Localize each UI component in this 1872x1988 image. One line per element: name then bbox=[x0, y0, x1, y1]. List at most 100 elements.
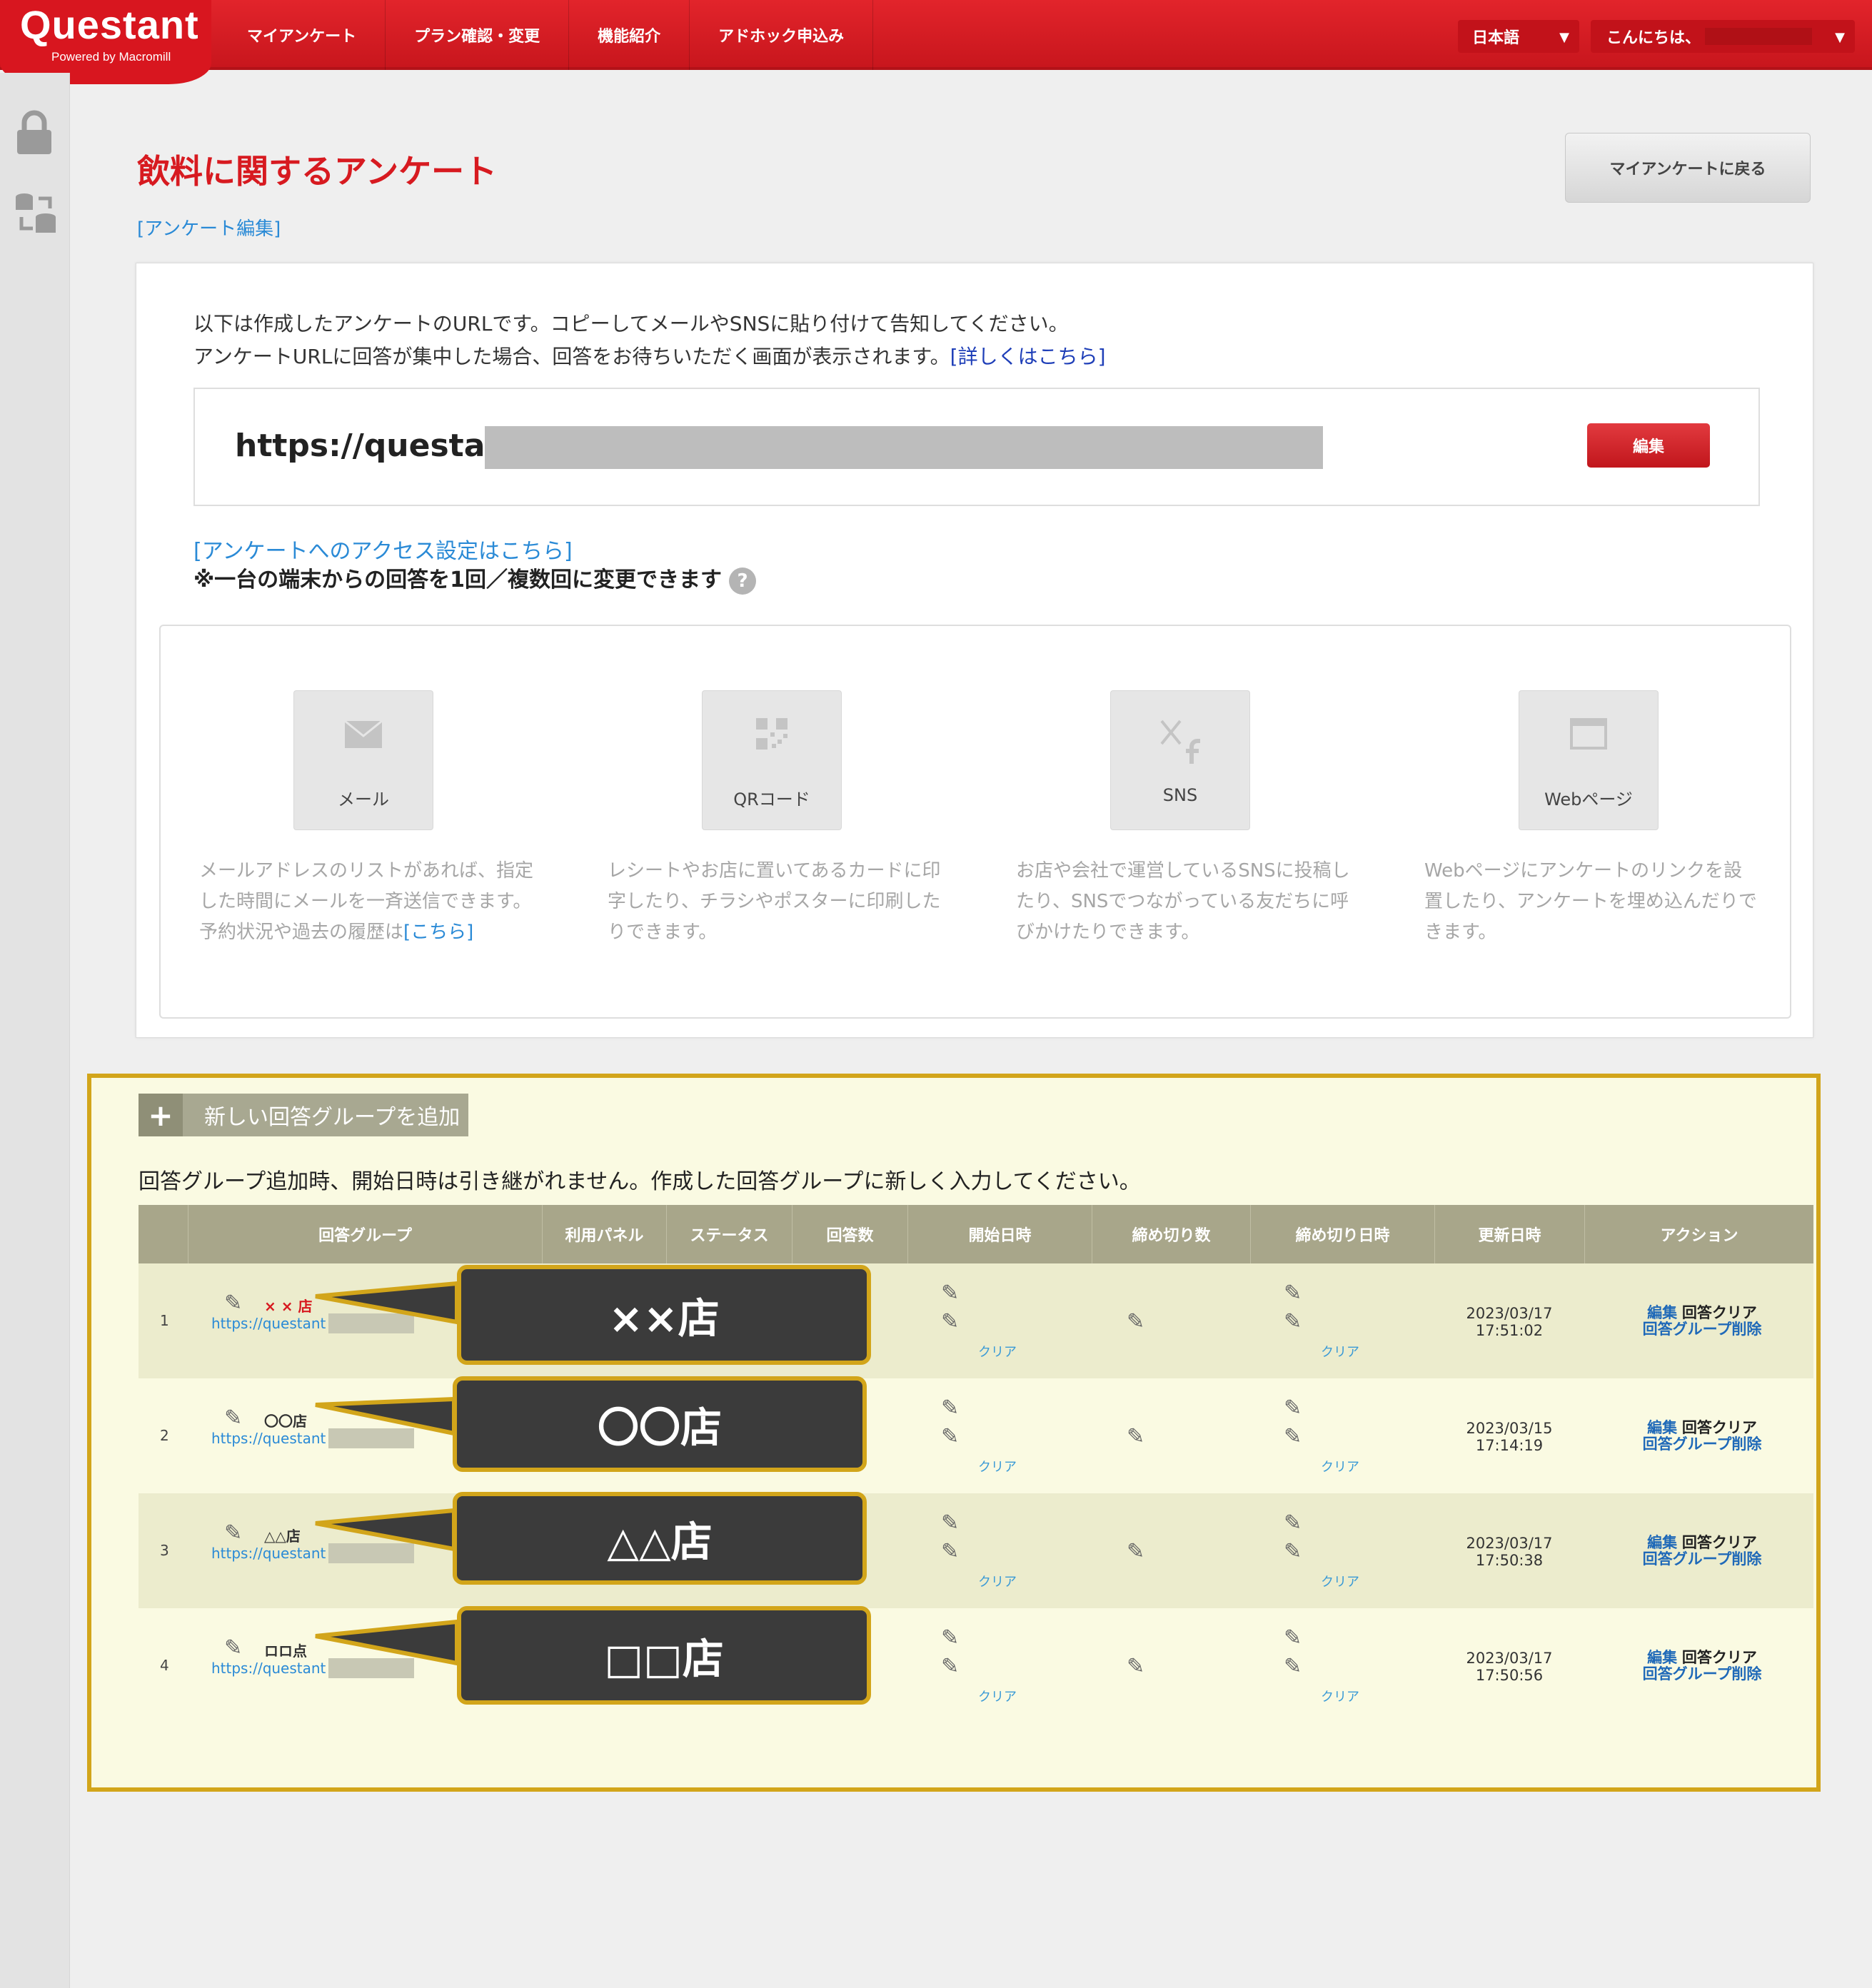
pencil-icon[interactable]: ✎ bbox=[1127, 1424, 1144, 1449]
share-mail-text: メールアドレスのリストがあれば、指定した時間にメールを一斉送信できます。 bbox=[199, 860, 534, 912]
lock-icon[interactable] bbox=[14, 110, 54, 158]
group-table-header: 回答グループ 利用パネル ステータス 回答数 開始日時 締め切り数 締め切り日時… bbox=[139, 1205, 1813, 1263]
user-menu[interactable]: こんにちは、 ▼ bbox=[1591, 20, 1855, 53]
clear-responses-link[interactable]: 回答クリア bbox=[1682, 1304, 1757, 1321]
group-url[interactable]: https://questant bbox=[211, 1430, 326, 1447]
qr-code-icon bbox=[703, 718, 841, 757]
url-description-line1: 以下は作成したアンケートのURLです。コピーしてメールやSNSに貼り付けて告知し… bbox=[193, 312, 1069, 335]
pencil-icon[interactable]: ✎ bbox=[1284, 1396, 1302, 1421]
help-icon[interactable]: ? bbox=[729, 567, 757, 595]
details-link[interactable]: [詳しくはこちら] bbox=[950, 345, 1106, 368]
updated-date: 2023/03/15 bbox=[1466, 1420, 1553, 1437]
clear-responses-link[interactable]: 回答クリア bbox=[1682, 1419, 1757, 1436]
access-settings-link[interactable]: [アンケートへのアクセス設定はこちら] bbox=[193, 533, 573, 565]
share-web-button[interactable]: Webページ bbox=[1519, 690, 1659, 830]
edit-link[interactable]: 編集 bbox=[1647, 1649, 1677, 1666]
language-label: 日本語 bbox=[1472, 29, 1520, 47]
database-transfer-icon[interactable] bbox=[14, 191, 59, 238]
share-mail-desc: メールアドレスのリストがあれば、指定した時間にメールを一斉送信できます。 予約状… bbox=[199, 856, 535, 948]
deadline-clear-link[interactable]: クリア bbox=[1321, 1572, 1359, 1590]
pencil-icon[interactable]: ✎ bbox=[941, 1654, 959, 1679]
col-action: アクション bbox=[1660, 1227, 1738, 1245]
pencil-icon[interactable]: ✎ bbox=[941, 1309, 959, 1334]
plus-icon: + bbox=[139, 1094, 183, 1136]
delete-group-link[interactable]: 回答グループ削除 bbox=[1643, 1665, 1762, 1682]
pencil-icon[interactable]: ✎ bbox=[1127, 1654, 1144, 1679]
nav-my-survey[interactable]: マイアンケート bbox=[218, 0, 386, 70]
group-url[interactable]: https://questant bbox=[211, 1660, 326, 1677]
pencil-icon[interactable]: ✎ bbox=[1284, 1510, 1302, 1535]
url-edit-button[interactable]: 編集 bbox=[1587, 423, 1710, 468]
deadline-clear-link[interactable]: クリア bbox=[1321, 1342, 1359, 1361]
updated-time: 17:14:19 bbox=[1475, 1437, 1544, 1454]
start-clear-link[interactable]: クリア bbox=[978, 1457, 1017, 1475]
pencil-icon[interactable]: ✎ bbox=[941, 1510, 959, 1535]
edit-link[interactable]: 編集 bbox=[1647, 1534, 1677, 1551]
pencil-icon[interactable]: ✎ bbox=[224, 1291, 242, 1316]
pencil-icon[interactable]: ✎ bbox=[1284, 1654, 1302, 1679]
url-redaction bbox=[485, 426, 1323, 469]
deadline-clear-link[interactable]: クリア bbox=[1321, 1457, 1359, 1475]
pencil-icon[interactable]: ✎ bbox=[941, 1396, 959, 1421]
start-clear-link[interactable]: クリア bbox=[978, 1342, 1017, 1361]
col-number bbox=[139, 1205, 188, 1263]
pencil-icon[interactable]: ✎ bbox=[1284, 1424, 1302, 1449]
share-mail-button[interactable]: メール bbox=[293, 690, 433, 830]
survey-url[interactable]: https://questant bbox=[235, 428, 523, 464]
nav-adhoc[interactable]: アドホック申込み bbox=[690, 0, 874, 70]
add-response-group-button[interactable]: + 新しい回答グループを追加 bbox=[139, 1094, 468, 1136]
delete-group-link[interactable]: 回答グループ削除 bbox=[1643, 1436, 1762, 1453]
nav-plan[interactable]: プラン確認・変更 bbox=[386, 0, 570, 70]
pencil-icon[interactable]: ✎ bbox=[941, 1281, 959, 1306]
survey-url-card: 以下は作成したアンケートのURLです。コピーしてメールやSNSに貼り付けて告知し… bbox=[136, 263, 1813, 1038]
pencil-icon[interactable]: ✎ bbox=[1284, 1281, 1302, 1306]
col-deadline: 締め切り日時 bbox=[1251, 1205, 1435, 1263]
back-to-my-survey-button[interactable]: マイアンケートに戻る bbox=[1565, 133, 1811, 203]
share-mail-history-link[interactable]: [こちら] bbox=[403, 922, 473, 943]
start-clear-link[interactable]: クリア bbox=[978, 1572, 1017, 1590]
clear-responses-link[interactable]: 回答クリア bbox=[1682, 1649, 1757, 1666]
col-count: 回答数 bbox=[792, 1205, 908, 1263]
pencil-icon[interactable]: ✎ bbox=[941, 1625, 959, 1650]
pencil-icon[interactable]: ✎ bbox=[224, 1406, 242, 1431]
start-clear-link[interactable]: クリア bbox=[978, 1687, 1017, 1705]
callout-store-3: △△店 bbox=[453, 1492, 867, 1585]
share-qr-button[interactable]: QRコード bbox=[702, 690, 842, 830]
edit-link[interactable]: 編集 bbox=[1647, 1304, 1677, 1321]
callout-store-4: □□店 bbox=[457, 1606, 871, 1705]
pencil-icon[interactable]: ✎ bbox=[1284, 1539, 1302, 1564]
mail-icon bbox=[294, 718, 433, 757]
callout-pointers bbox=[315, 1281, 459, 1666]
pencil-icon[interactable]: ✎ bbox=[1284, 1309, 1302, 1334]
chevron-down-icon: ▼ bbox=[1559, 30, 1569, 45]
pencil-icon[interactable]: ✎ bbox=[1127, 1309, 1144, 1334]
logo[interactable]: Questant Powered by Macromill bbox=[0, 0, 211, 84]
row-actions: 編集 回答クリア 回答グループ削除 bbox=[1631, 1650, 1773, 1682]
row-number: 3 bbox=[160, 1542, 169, 1559]
share-sns-label: SNS bbox=[1162, 785, 1198, 805]
share-sns-button[interactable]: SNS bbox=[1110, 690, 1250, 830]
group-url[interactable]: https://questant bbox=[211, 1545, 326, 1562]
group-url[interactable]: https://questant bbox=[211, 1315, 326, 1332]
url-description-line2: アンケートURLに回答が集中した場合、回答をお待ちいただく画面が表示されます。[… bbox=[193, 340, 1106, 373]
updated-datetime: 2023/03/17 17:50:56 bbox=[1452, 1650, 1566, 1684]
pencil-icon[interactable]: ✎ bbox=[224, 1635, 242, 1660]
pencil-icon[interactable]: ✎ bbox=[224, 1520, 242, 1545]
edit-link[interactable]: 編集 bbox=[1647, 1419, 1677, 1436]
x-facebook-icon bbox=[1111, 718, 1249, 772]
nav-features[interactable]: 機能紹介 bbox=[569, 0, 690, 70]
delete-group-link[interactable]: 回答グループ削除 bbox=[1643, 1321, 1762, 1338]
pencil-icon[interactable]: ✎ bbox=[1127, 1539, 1144, 1564]
survey-url-box[interactable]: https://questant 編集 bbox=[193, 388, 1760, 506]
pencil-icon[interactable]: ✎ bbox=[1284, 1625, 1302, 1650]
language-select[interactable]: 日本語 ▼ bbox=[1458, 20, 1579, 53]
access-note-text: ※一台の端末からの回答を1回／複数回に変更できます bbox=[193, 567, 723, 592]
clear-responses-link[interactable]: 回答クリア bbox=[1682, 1534, 1757, 1551]
share-web-label: Webページ bbox=[1544, 789, 1633, 809]
group-name: 〇〇店 bbox=[264, 1413, 307, 1430]
survey-edit-link[interactable]: [アンケート編集] bbox=[137, 214, 281, 241]
pencil-icon[interactable]: ✎ bbox=[941, 1424, 959, 1449]
delete-group-link[interactable]: 回答グループ削除 bbox=[1643, 1550, 1762, 1568]
deadline-clear-link[interactable]: クリア bbox=[1321, 1687, 1359, 1705]
pencil-icon[interactable]: ✎ bbox=[941, 1539, 959, 1564]
